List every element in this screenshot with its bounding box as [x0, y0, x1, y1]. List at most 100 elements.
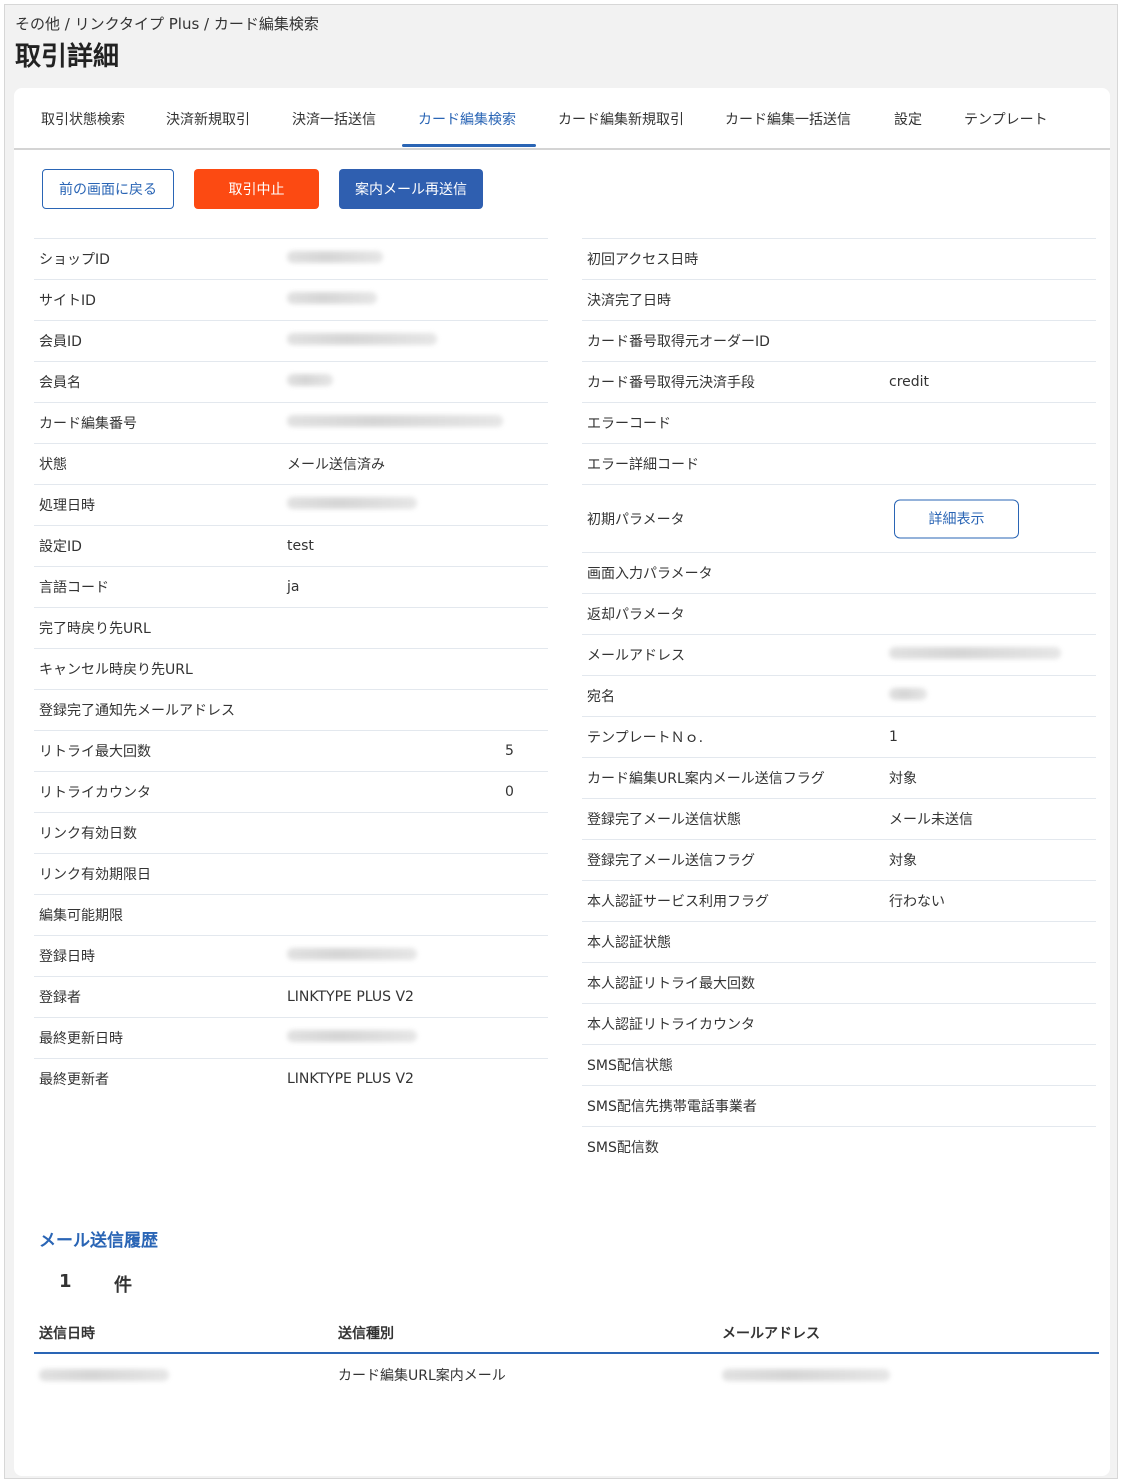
- details-left: ショップID サイトID 会員ID 会員名 カード編集番号 状態 メール送信済み…: [34, 238, 548, 1099]
- details-right: 初回アクセス日時 決済完了日時 カード番号取得元オーダーID カード番号取得元決…: [582, 238, 1096, 1167]
- show-detail-button[interactable]: 詳細表示: [894, 499, 1019, 538]
- column-header-email: メールアドレス: [722, 1325, 820, 1342]
- detail-row-registered-at: 登録日時: [34, 935, 548, 976]
- detail-value-redacted: [287, 415, 503, 431]
- detail-label: 登録完了通知先メールアドレス: [39, 703, 235, 719]
- detail-row-first-access: 初回アクセス日時: [582, 238, 1096, 279]
- detail-label: 状態: [39, 457, 67, 473]
- page-title: 取引詳細: [15, 42, 120, 72]
- mail-history-table: 送信日時 送信種別 メールアドレス カード編集URL案内メール: [34, 1313, 1099, 1396]
- detail-value-redacted: [287, 333, 437, 349]
- detail-value-redacted: [287, 374, 333, 390]
- detail-row-updated-by: 最終更新者 LINKTYPE PLUS V2: [34, 1058, 548, 1099]
- detail-label: カード番号取得元決済手段: [587, 375, 755, 391]
- detail-value: LINKTYPE PLUS V2: [287, 1071, 414, 1087]
- back-button[interactable]: 前の画面に戻る: [42, 169, 174, 209]
- detail-row-updated-at: 最終更新日時: [34, 1017, 548, 1058]
- detail-label: カード編集URL案内メール送信フラグ: [587, 771, 825, 787]
- detail-label: 本人認証サービス利用フラグ: [587, 894, 769, 910]
- detail-value: 行わない: [889, 894, 945, 910]
- detail-label: 会員ID: [39, 334, 82, 350]
- detail-label: ショップID: [39, 252, 110, 268]
- detail-label: リンク有効期限日: [39, 867, 151, 883]
- detail-row-complete-mail-flag: 登録完了メール送信フラグ 対象: [582, 839, 1096, 880]
- tab-card-edit-search[interactable]: カード編集検索: [402, 109, 536, 147]
- detail-row-status: 状態 メール送信済み: [34, 443, 548, 484]
- detail-label: 登録完了メール送信状態: [587, 812, 741, 828]
- detail-label: 最終更新日時: [39, 1031, 123, 1047]
- cell-type: カード編集URL案内メール: [338, 1368, 506, 1384]
- detail-label: SMS配信先携帯電話事業者: [587, 1099, 757, 1115]
- tab-payment-bulk-send[interactable]: 決済一括送信: [292, 109, 376, 144]
- detail-label: メールアドレス: [587, 648, 685, 664]
- detail-row-initial-params: 初期パラメータ 詳細表示: [582, 484, 1096, 552]
- detail-label: 編集可能期限: [39, 908, 123, 924]
- detail-value: credit: [889, 374, 930, 390]
- detail-row-return-params: 返却パラメータ: [582, 593, 1096, 634]
- detail-row-complete-mail-status: 登録完了メール送信状態 メール未送信: [582, 798, 1096, 839]
- detail-row-shop-id: ショップID: [34, 238, 548, 279]
- detail-row-sms-carrier: SMS配信先携帯電話事業者: [582, 1085, 1096, 1126]
- detail-label: 処理日時: [39, 498, 95, 514]
- detail-label: 登録完了メール送信フラグ: [587, 853, 755, 869]
- table-row: カード編集URL案内メール: [34, 1354, 1099, 1396]
- detail-label: SMS配信数: [587, 1140, 659, 1156]
- detail-label: 会員名: [39, 375, 81, 391]
- detail-label: 返却パラメータ: [587, 607, 685, 623]
- table-header: 送信日時 送信種別 メールアドレス: [34, 1313, 1099, 1354]
- detail-value-redacted: [287, 497, 417, 513]
- detail-label: リトライ最大回数: [39, 744, 151, 760]
- detail-row-email: メールアドレス: [582, 634, 1096, 675]
- detail-label: エラーコード: [587, 416, 671, 432]
- detail-row-site-id: サイトID: [34, 279, 548, 320]
- tab-template[interactable]: テンプレート: [964, 109, 1048, 144]
- detail-value: 1: [889, 729, 898, 745]
- detail-label: リンク有効日数: [39, 826, 137, 842]
- detail-value: 対象: [889, 771, 917, 787]
- detail-row-sms-status: SMS配信状態: [582, 1044, 1096, 1085]
- detail-label: 初回アクセス日時: [587, 252, 699, 268]
- content-panel: 取引状態検索 決済新規取引 決済一括送信 カード編集検索 カード編集新規取引 カ…: [14, 88, 1110, 1476]
- detail-label: 本人認証状態: [587, 935, 671, 951]
- detail-value-redacted: [287, 251, 383, 267]
- column-header-type: 送信種別: [338, 1325, 394, 1342]
- detail-row-processed-at: 処理日時: [34, 484, 548, 525]
- detail-label: キャンセル時戻り先URL: [39, 662, 193, 678]
- detail-row-input-params: 画面入力パラメータ: [582, 552, 1096, 593]
- detail-row-language-code: 言語コード ja: [34, 566, 548, 607]
- detail-row-edit-deadline: 編集可能期限: [34, 894, 548, 935]
- resend-guide-mail-button[interactable]: 案内メール再送信: [339, 169, 483, 209]
- tab-card-edit-new-transaction[interactable]: カード編集新規取引: [558, 109, 684, 144]
- detail-label: 言語コード: [39, 580, 109, 596]
- detail-row-auth-service-flag: 本人認証サービス利用フラグ 行わない: [582, 880, 1096, 921]
- detail-row-addressee: 宛名: [582, 675, 1096, 716]
- detail-row-member-id: 会員ID: [34, 320, 548, 361]
- detail-row-source-payment-method: カード番号取得元決済手段 credit: [582, 361, 1096, 402]
- detail-label: 初期パラメータ: [587, 511, 685, 528]
- detail-label: サイトID: [39, 293, 96, 309]
- cancel-transaction-button[interactable]: 取引中止: [194, 169, 319, 209]
- detail-value: ja: [287, 579, 300, 595]
- tab-card-edit-bulk-send[interactable]: カード編集一括送信: [725, 109, 851, 144]
- detail-label: 宛名: [587, 689, 615, 705]
- detail-label: 完了時戻り先URL: [39, 621, 151, 637]
- detail-row-auth-status: 本人認証状態: [582, 921, 1096, 962]
- detail-label: 設定ID: [39, 539, 82, 555]
- detail-row-source-order-id: カード番号取得元オーダーID: [582, 320, 1096, 361]
- detail-value-redacted: [889, 647, 1061, 663]
- detail-value-redacted: [287, 948, 417, 964]
- tab-transaction-status-search[interactable]: 取引状態検索: [41, 109, 125, 144]
- detail-row-auth-retry-max: 本人認証リトライ最大回数: [582, 962, 1096, 1003]
- detail-label: 最終更新者: [39, 1072, 109, 1088]
- tab-payment-new-transaction[interactable]: 決済新規取引: [166, 109, 250, 144]
- tab-bar: 取引状態検索 決済新規取引 決済一括送信 カード編集検索 カード編集新規取引 カ…: [14, 88, 1110, 150]
- tab-settings[interactable]: 設定: [894, 109, 922, 144]
- detail-value: test: [287, 538, 314, 554]
- detail-row-error-detail-code: エラー詳細コード: [582, 443, 1096, 484]
- detail-row-link-valid-days: リンク有効日数: [34, 812, 548, 853]
- history-count-unit: 件: [114, 1275, 132, 1296]
- detail-label: カード番号取得元オーダーID: [587, 334, 770, 350]
- detail-label: SMS配信状態: [587, 1058, 673, 1074]
- detail-row-member-name: 会員名: [34, 361, 548, 402]
- detail-label: 決済完了日時: [587, 293, 671, 309]
